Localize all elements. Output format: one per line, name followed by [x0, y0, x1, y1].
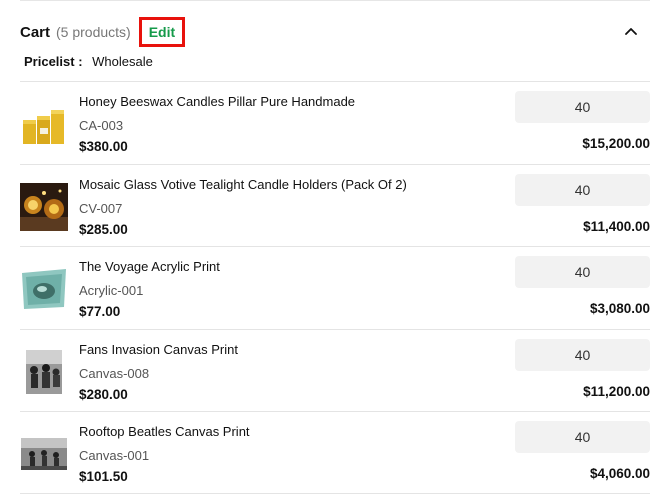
- cart-product-count: (5 products): [56, 24, 131, 40]
- cart-item: Honey Beeswax Candles Pillar Pure Handma…: [20, 81, 650, 164]
- cart-item: Fans Invasion Canvas Print Canvas-008 $2…: [20, 328, 650, 412]
- product-name[interactable]: Fans Invasion Canvas Print: [79, 342, 499, 362]
- quantity-input[interactable]: [515, 91, 650, 123]
- pricelist-value: Wholesale: [92, 54, 153, 69]
- item-info: Rooftop Beatles Canvas Print Canvas-001 …: [79, 424, 499, 484]
- unit-price: $77.00: [79, 304, 121, 319]
- unit-price: $380.00: [79, 139, 128, 154]
- unit-price: $285.00: [79, 221, 128, 237]
- fans-invasion-canvas-image: [20, 347, 68, 396]
- edit-highlight: Edit: [138, 17, 186, 47]
- product-sku: Acrylic-001: [79, 283, 144, 298]
- rooftop-beatles-canvas-image: [20, 430, 68, 478]
- cart-header: Cart (5 products) Edit: [20, 14, 650, 50]
- line-total: $4,060.00: [589, 466, 650, 481]
- cart-item-list: Honey Beeswax Candles Pillar Pure Handma…: [20, 81, 650, 494]
- product-name[interactable]: Honey Beeswax Candles Pillar Pure Handma…: [79, 94, 499, 114]
- item-info: Fans Invasion Canvas Print Canvas-008 $2…: [79, 342, 499, 402]
- product-sku: CV-007: [79, 200, 123, 216]
- item-info: Honey Beeswax Candles Pillar Pure Handma…: [79, 94, 499, 154]
- cart-item: The Voyage Acrylic Print Acrylic-001 $77…: [20, 246, 650, 329]
- product-name[interactable]: The Voyage Acrylic Print: [79, 259, 499, 279]
- top-divider: [20, 0, 650, 1]
- cart-item: Mosaic Glass Votive Tealight Candle Hold…: [20, 163, 650, 247]
- edit-button[interactable]: Edit: [149, 24, 175, 40]
- product-name[interactable]: Mosaic Glass Votive Tealight Candle Hold…: [79, 177, 499, 197]
- line-total: $15,200.00: [582, 136, 650, 151]
- pricelist-label: Pricelist :: [24, 54, 83, 69]
- pricelist: Pricelist : Wholesale: [24, 54, 153, 69]
- cart-item: Rooftop Beatles Canvas Print Canvas-001 …: [20, 411, 650, 494]
- line-total: $3,080.00: [589, 301, 650, 316]
- product-sku: Canvas-008: [79, 365, 150, 381]
- quantity-input[interactable]: [515, 421, 650, 453]
- line-total: $11,200.00: [583, 383, 650, 399]
- mosaic-candle-holders-image: [20, 182, 68, 231]
- cart-title: Cart: [20, 23, 51, 41]
- quantity-input[interactable]: [515, 338, 650, 371]
- line-total: $11,400.00: [583, 218, 650, 234]
- chevron-up-icon[interactable]: [624, 24, 638, 38]
- product-sku: Canvas-001: [79, 448, 150, 463]
- unit-price: $101.50: [79, 469, 128, 484]
- product-name[interactable]: Rooftop Beatles Canvas Print: [79, 424, 499, 444]
- voyage-acrylic-print-image: [20, 265, 68, 313]
- quantity-input[interactable]: [515, 256, 650, 288]
- unit-price: $280.00: [79, 386, 128, 402]
- beeswax-candles-image: [20, 100, 68, 148]
- item-info: Mosaic Glass Votive Tealight Candle Hold…: [79, 177, 499, 237]
- quantity-input[interactable]: [515, 173, 650, 206]
- product-sku: CA-003: [79, 118, 124, 133]
- item-info: The Voyage Acrylic Print Acrylic-001 $77…: [79, 259, 499, 319]
